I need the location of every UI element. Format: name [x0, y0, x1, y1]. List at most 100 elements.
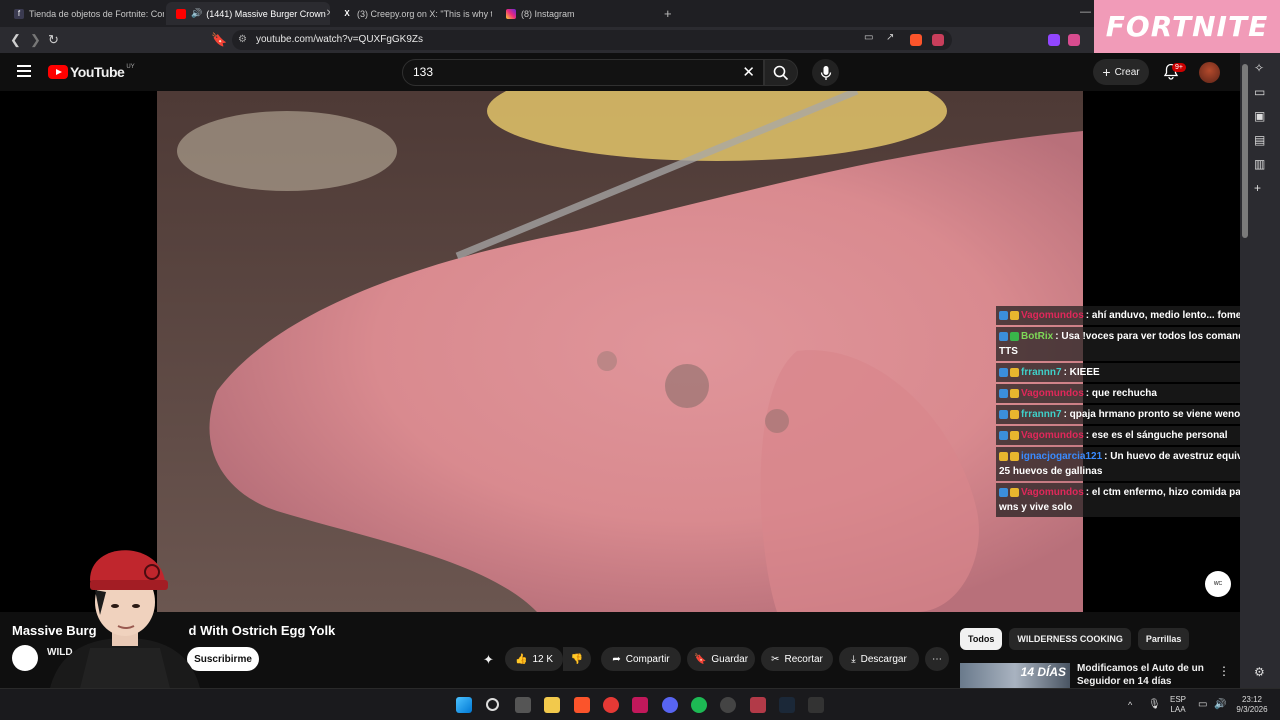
- kebab-menu-icon[interactable]: ⋮: [1218, 664, 1230, 678]
- chat-message: ignacjogarcia121: Un huevo de avestruz e…: [996, 447, 1278, 481]
- tab-x[interactable]: X (3) Creepy.org on X: "This is why two: [332, 2, 492, 25]
- microphone-tray-icon[interactable]: 🎙: [1148, 699, 1161, 710]
- back-icon[interactable]: ❮: [10, 32, 21, 48]
- forward-icon[interactable]: ❯: [30, 32, 41, 48]
- account-avatar[interactable]: [1199, 62, 1220, 83]
- search-button[interactable]: [764, 59, 798, 86]
- share-page-icon[interactable]: ↗: [886, 32, 894, 43]
- chat-message: Vagomundos: ahí anduvo, medio lento... f…: [996, 306, 1278, 325]
- recommendation-title[interactable]: Modificamos el Auto de un Seguidor en 14…: [1077, 662, 1207, 688]
- bookmark-icon: 🔖: [693, 653, 707, 665]
- chip-wilderness-cooking[interactable]: WILDERNESS COOKING: [1009, 628, 1131, 650]
- chip-label: Parrillas: [1145, 634, 1182, 644]
- tab-instagram[interactable]: (8) Instagram: [496, 2, 656, 25]
- clip-button[interactable]: ✂ Recortar: [761, 647, 833, 671]
- tab-label: (3) Creepy.org on X: "This is why two: [357, 8, 492, 19]
- site-info-icon[interactable]: ⚙: [238, 30, 247, 50]
- chip-todos[interactable]: Todos: [960, 628, 1003, 650]
- network-icon[interactable]: ▭: [1198, 699, 1207, 710]
- chat-text: : ahí anduvo, medio lento... fome: [1085, 310, 1242, 321]
- chat-username: ignacjogarcia121: [1021, 451, 1103, 462]
- spotify-icon[interactable]: [691, 697, 707, 713]
- brave-rewards-icon[interactable]: [932, 34, 944, 46]
- badge-icon: [1010, 409, 1019, 419]
- more-icon: ⋯: [932, 653, 942, 665]
- chip-parrillas[interactable]: Parrillas: [1137, 628, 1190, 650]
- like-button[interactable]: 👍 12 K: [505, 647, 563, 671]
- chat-username: Vagomundos: [1021, 487, 1084, 498]
- close-tab-icon[interactable]: ✕: [326, 8, 330, 19]
- task-view-icon[interactable]: [515, 697, 531, 713]
- settings-gear-icon[interactable]: ⚙: [1254, 665, 1265, 679]
- new-tab-button[interactable]: +: [664, 6, 672, 21]
- more-actions-button[interactable]: ⋯: [925, 647, 949, 671]
- extension-icon[interactable]: [1048, 34, 1060, 46]
- channel-watermark-logo[interactable]: WC: [1205, 571, 1231, 597]
- reload-icon[interactable]: ↻: [48, 32, 59, 48]
- bookmark-icon[interactable]: 🔖: [211, 32, 227, 48]
- badge-icon: [999, 487, 1008, 497]
- media-player-icon[interactable]: [603, 697, 619, 713]
- discord-icon[interactable]: [662, 697, 678, 713]
- app-icon[interactable]: [632, 697, 648, 713]
- thumbs-up-icon: 👍: [514, 653, 528, 665]
- dislike-button[interactable]: 👎: [563, 647, 591, 671]
- epic-games-icon[interactable]: [808, 697, 824, 713]
- magic-wand-icon[interactable]: ✦: [483, 652, 494, 668]
- windows-start-icon[interactable]: [456, 697, 472, 713]
- leo-ai-icon[interactable]: ✧: [1254, 61, 1264, 75]
- language-indicator[interactable]: ESP LAA: [1166, 695, 1190, 715]
- region-code: UY: [126, 64, 135, 70]
- tray-chevron-icon[interactable]: ^: [1128, 700, 1132, 710]
- channel-avatar[interactable]: [12, 645, 38, 671]
- recommendation-thumbnail[interactable]: 14 DÍAS: [960, 663, 1070, 688]
- badge-icon: [999, 331, 1008, 341]
- microphone-icon: [820, 65, 831, 80]
- minimize-icon[interactable]: —: [1080, 6, 1091, 18]
- brave-shields-icon[interactable]: [910, 34, 922, 46]
- cast-icon[interactable]: ▭: [864, 32, 873, 43]
- volume-icon[interactable]: 🔊: [1214, 699, 1226, 710]
- sidebar-panel-icon[interactable]: ▭: [1254, 85, 1265, 99]
- clock[interactable]: 23:12 9/3/2026: [1232, 695, 1272, 715]
- youtube-logo[interactable]: YouTube UY: [48, 64, 135, 80]
- clear-search-icon[interactable]: ✕: [742, 60, 755, 85]
- voice-search-button[interactable]: [812, 59, 839, 86]
- extension-icon[interactable]: [1068, 34, 1080, 46]
- video-player[interactable]: [157, 91, 1083, 612]
- scissors-icon: ✂: [771, 653, 780, 665]
- wallet-icon[interactable]: ▣: [1254, 109, 1265, 123]
- bookmarks-icon[interactable]: ▤: [1254, 133, 1265, 147]
- audio-icon[interactable]: 🔊: [191, 8, 202, 19]
- clip-label: Recortar: [784, 653, 823, 665]
- fortnite-favicon-icon: f: [14, 8, 24, 19]
- download-button[interactable]: ⤓ Descargar: [839, 647, 919, 671]
- video-title-end: d With Ostrich Egg Yolk: [188, 623, 336, 638]
- search-icon[interactable]: [486, 698, 499, 711]
- search-value: 133: [413, 65, 434, 79]
- search-icon: [773, 65, 789, 80]
- youtube-play-icon: [48, 65, 68, 79]
- share-button[interactable]: ➦ Compartir: [601, 647, 681, 671]
- file-explorer-icon[interactable]: [544, 697, 560, 713]
- save-button[interactable]: 🔖 Guardar: [687, 647, 755, 671]
- badge-icon: [1010, 451, 1019, 461]
- search-input[interactable]: 133 ✕: [402, 59, 764, 86]
- fortnite-text: FORTNITE: [1105, 10, 1269, 43]
- reading-list-icon[interactable]: ▥: [1254, 157, 1265, 171]
- windows-taskbar: ^ 🎙 ESP LAA ▭ 🔊 23:12 9/3/2026: [0, 688, 1280, 720]
- url-field[interactable]: ⚙ youtube.com/watch?v=QUXFgGK9Zs: [232, 30, 952, 50]
- create-button[interactable]: + Crear: [1093, 59, 1149, 85]
- tab-youtube[interactable]: 🔊 (1441) Massive Burger Crown ✕: [166, 2, 330, 25]
- page-scrollbar[interactable]: [1242, 64, 1248, 238]
- brave-browser-icon[interactable]: [574, 697, 590, 713]
- hamburger-menu-icon[interactable]: [17, 65, 31, 77]
- add-panel-icon[interactable]: +: [1254, 181, 1261, 195]
- obs-icon[interactable]: [720, 697, 736, 713]
- keyboard-layout: LAA: [1170, 705, 1186, 714]
- chat-text: : que rechucha: [1085, 388, 1157, 399]
- tab-fortnite-store[interactable]: f Tienda de objetos de Fortnite: Conte: [4, 2, 164, 25]
- stream-chat-overlay: Vagomundos : ahí anduvo, medio lento... f…: [996, 306, 1278, 519]
- steam-icon[interactable]: [779, 697, 795, 713]
- app-icon[interactable]: [750, 697, 766, 713]
